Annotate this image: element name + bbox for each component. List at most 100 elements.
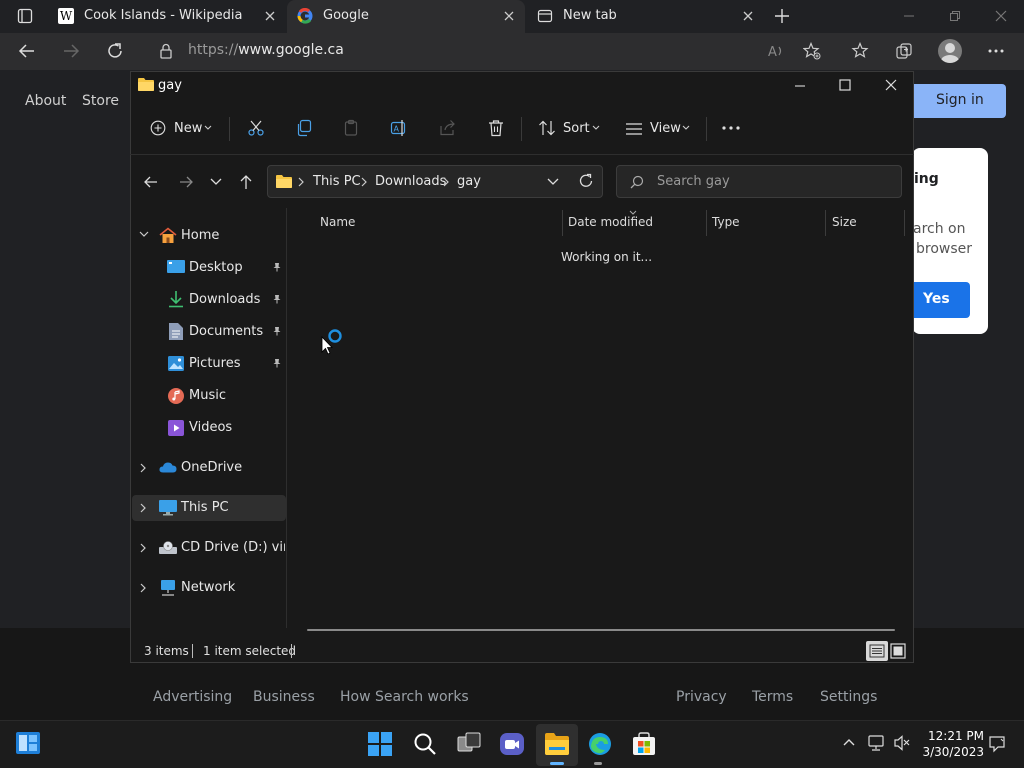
explorer-minimize-icon[interactable] — [794, 80, 806, 92]
widgets-icon[interactable] — [16, 732, 40, 756]
column-name[interactable]: Name — [320, 215, 355, 229]
up-icon[interactable] — [238, 174, 254, 190]
advertising-link[interactable]: Advertising — [153, 689, 232, 705]
how-search-works-link[interactable]: How Search works — [340, 689, 469, 705]
column-divider[interactable] — [825, 210, 826, 236]
delete-icon[interactable] — [487, 119, 505, 137]
see-more-icon[interactable] — [722, 125, 740, 131]
column-divider[interactable] — [706, 210, 707, 236]
task-view-icon[interactable] — [457, 732, 481, 756]
new-button[interactable]: New — [145, 115, 219, 143]
chevron-up-icon[interactable] — [843, 738, 855, 746]
add-favorite-icon[interactable] — [803, 42, 821, 60]
network-status-icon[interactable] — [868, 735, 886, 751]
videos-icon — [168, 420, 184, 436]
forward-icon[interactable] — [62, 42, 80, 60]
view-label: View — [650, 121, 681, 136]
nav-this-pc[interactable]: This PC — [181, 500, 229, 515]
chevron-right-icon[interactable] — [140, 543, 148, 553]
more-options-icon[interactable] — [987, 42, 1005, 60]
nav-downloads[interactable]: Downloads — [189, 292, 260, 307]
system-clock[interactable]: 12:21 PM 3/30/2023 — [918, 728, 984, 760]
tab-actions-icon[interactable] — [17, 8, 33, 24]
column-date-modified[interactable]: Date modified — [568, 215, 653, 229]
volume-muted-icon[interactable] — [893, 735, 911, 751]
close-window-icon[interactable] — [995, 10, 1007, 22]
file-explorer-icon — [545, 733, 569, 755]
restore-icon[interactable] — [949, 10, 961, 22]
tab-new-tab[interactable]: New tab — [527, 0, 765, 33]
yes-button[interactable]: Yes — [912, 282, 970, 318]
url-text[interactable]: https://www.google.ca — [188, 42, 344, 58]
nav-home[interactable]: Home — [181, 228, 219, 243]
close-tab-icon[interactable] — [503, 10, 515, 22]
rename-icon[interactable]: A — [390, 119, 408, 137]
onedrive-icon — [159, 462, 177, 473]
business-link[interactable]: Business — [253, 689, 315, 705]
privacy-link[interactable]: Privacy — [676, 689, 727, 705]
sign-in-button[interactable]: Sign in — [910, 84, 1006, 118]
explorer-back-icon[interactable] — [143, 174, 159, 190]
view-button[interactable]: View — [620, 115, 694, 143]
start-windows-icon[interactable] — [368, 732, 392, 756]
large-icons-view-icon[interactable] — [890, 643, 906, 659]
cut-icon[interactable] — [247, 119, 265, 137]
path-history-icon[interactable] — [547, 178, 559, 186]
lock-icon[interactable] — [159, 43, 173, 59]
terms-link[interactable]: Terms — [752, 689, 793, 705]
profile-avatar-icon[interactable] — [938, 39, 962, 63]
tab-google[interactable]: Google — [287, 0, 525, 33]
read-aloud-icon[interactable]: A — [767, 42, 785, 60]
settings-link[interactable]: Settings — [820, 689, 877, 705]
column-size[interactable]: Size — [832, 215, 857, 229]
explorer-maximize-icon[interactable] — [839, 79, 851, 91]
details-view-icon[interactable] — [866, 641, 888, 661]
chevron-right-icon[interactable] — [140, 463, 148, 473]
teams-chat-icon[interactable] — [500, 732, 524, 756]
horizontal-scrollbar[interactable] — [307, 629, 895, 631]
nav-pictures[interactable]: Pictures — [189, 356, 240, 371]
breadcrumb-downloads[interactable]: Downloads — [375, 174, 446, 189]
sort-button[interactable]: Sort — [533, 115, 603, 143]
close-tab-icon[interactable] — [264, 10, 276, 22]
toolbar-divider — [229, 117, 230, 141]
nav-cd-drive[interactable]: CD Drive (D:) virtio-w — [181, 540, 285, 555]
column-type[interactable]: Type — [712, 215, 740, 229]
favorites-icon[interactable] — [851, 42, 869, 60]
chevron-down-icon[interactable] — [139, 231, 149, 239]
refresh-icon[interactable] — [106, 42, 124, 60]
breadcrumb-this-pc[interactable]: This PC — [313, 174, 361, 189]
nav-music[interactable]: Music — [189, 388, 226, 403]
about-link[interactable]: About — [25, 93, 66, 109]
nav-videos[interactable]: Videos — [189, 420, 232, 435]
back-icon[interactable] — [18, 42, 36, 60]
taskbar-search-icon[interactable] — [413, 732, 437, 756]
copy-icon[interactable] — [295, 119, 313, 137]
explorer-close-icon[interactable] — [885, 79, 897, 91]
nav-onedrive[interactable]: OneDrive — [181, 460, 242, 475]
notifications-icon[interactable] — [989, 735, 1007, 753]
tab-wikipedia[interactable]: W Cook Islands - Wikipedia — [48, 0, 286, 33]
minimize-icon[interactable] — [903, 10, 915, 22]
breadcrumb-gay[interactable]: gay — [457, 174, 481, 189]
selection-count: 1 item selected — [203, 644, 297, 658]
nav-documents[interactable]: Documents — [189, 324, 263, 339]
column-divider[interactable] — [562, 210, 563, 236]
share-icon[interactable] — [439, 119, 457, 137]
new-tab-plus-icon[interactable] — [774, 8, 790, 24]
prompt-heading: ing — [914, 171, 939, 187]
chevron-right-icon[interactable] — [140, 503, 148, 513]
nav-desktop[interactable]: Desktop — [189, 260, 243, 275]
collections-icon[interactable] — [895, 42, 913, 60]
paste-icon[interactable] — [343, 119, 361, 137]
store-link[interactable]: Store — [82, 93, 119, 109]
close-tab-icon[interactable] — [742, 10, 754, 22]
explorer-refresh-icon[interactable] — [578, 173, 594, 189]
edge-icon[interactable] — [588, 732, 612, 756]
explorer-forward-icon[interactable] — [178, 174, 194, 190]
nav-network[interactable]: Network — [181, 580, 235, 595]
recent-locations-icon[interactable] — [210, 178, 222, 186]
microsoft-store-icon[interactable] — [632, 732, 656, 756]
column-divider[interactable] — [904, 210, 905, 236]
chevron-right-icon[interactable] — [140, 583, 148, 593]
